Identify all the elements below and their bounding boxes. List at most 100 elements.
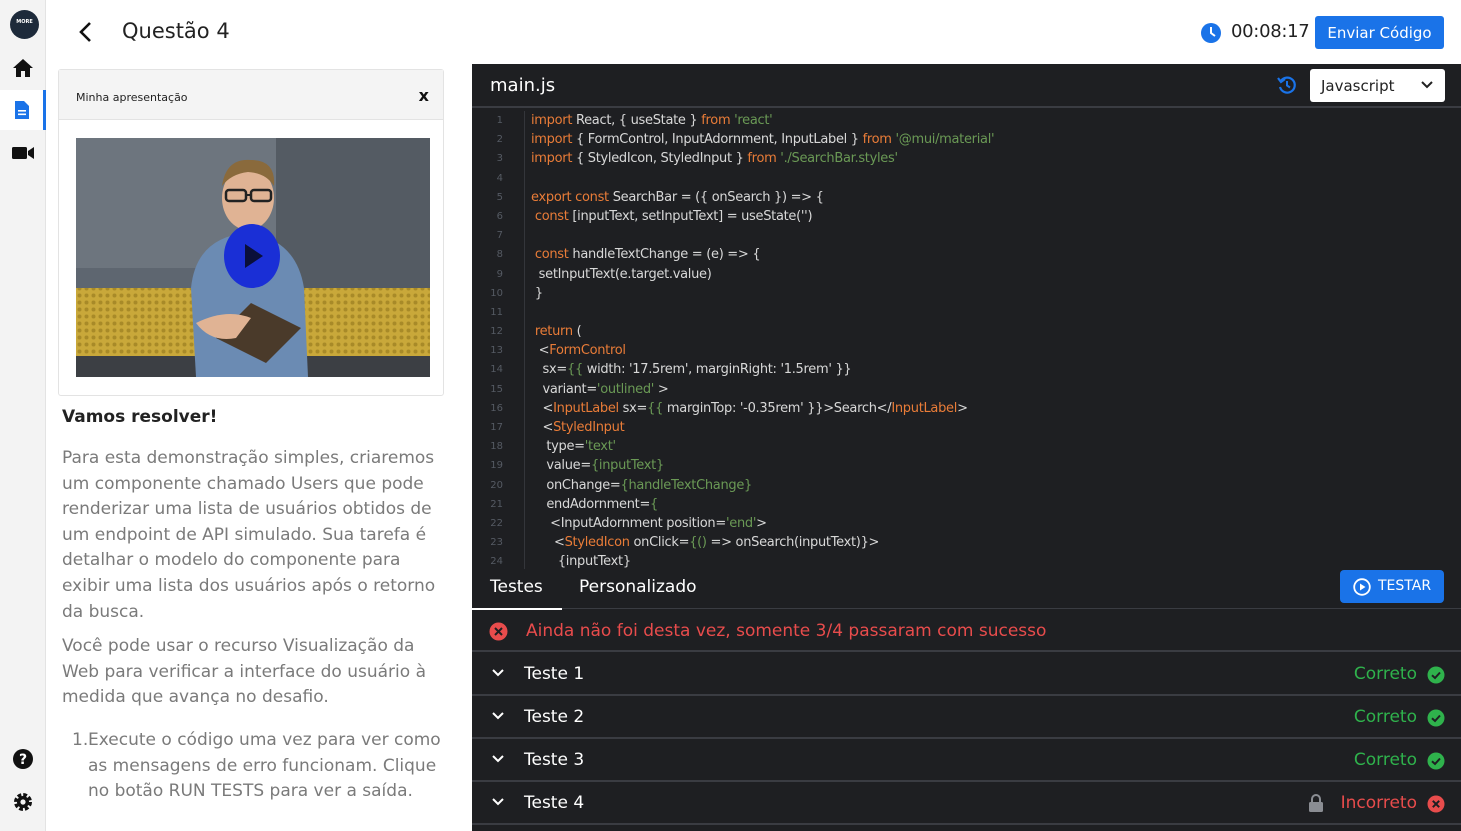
brand-logo[interactable]: MORE bbox=[10, 10, 39, 39]
code-line[interactable] bbox=[531, 226, 994, 245]
test-status: Correto bbox=[1353, 707, 1417, 727]
close-presentation-button[interactable]: x bbox=[419, 86, 429, 105]
code-token: endAdornment= bbox=[531, 496, 651, 512]
line-number: 21 bbox=[490, 498, 503, 510]
code-line[interactable]: <InputLabel sx={{ marginTop: '-0.35rem' … bbox=[531, 399, 994, 418]
timer: 00:08:17 bbox=[1231, 21, 1310, 42]
code-token: StyledIcon bbox=[564, 535, 630, 551]
chevron-down-icon[interactable] bbox=[491, 711, 505, 720]
test-name: Teste 4 bbox=[524, 793, 585, 813]
test-row[interactable]: Teste 2 Correto bbox=[472, 696, 1461, 739]
code-line[interactable]: import { FormControl, InputAdornment, In… bbox=[531, 130, 995, 149]
code-token: onClick= bbox=[629, 535, 690, 551]
test-row[interactable]: Teste 3 Correto bbox=[472, 739, 1461, 782]
line-number: 8 bbox=[496, 249, 503, 261]
code-token: const bbox=[534, 208, 569, 224]
submit-code-button[interactable]: Enviar Código bbox=[1315, 16, 1444, 49]
play-icon[interactable] bbox=[223, 223, 281, 289]
code-line[interactable]: <StyledIcon onClick={() => onSearch(inpu… bbox=[531, 533, 994, 552]
code-line[interactable]: const handleTextChange = (e) => { bbox=[531, 245, 994, 264]
code-line[interactable]: setInputText(e.target.value) bbox=[531, 265, 994, 284]
code-line[interactable]: sx={{ width: '17.5rem', marginRight: '1.… bbox=[531, 360, 994, 379]
line-number: 22 bbox=[490, 517, 503, 529]
test-row[interactable]: Teste 4 Incorreto bbox=[472, 782, 1461, 825]
tab-personalizado[interactable]: Personalizado bbox=[579, 577, 697, 597]
code-line[interactable]: {inputText} bbox=[531, 552, 994, 569]
code-token: handleTextChange = (e) => { bbox=[568, 247, 761, 263]
instructions-heading: Vamos resolver! bbox=[62, 407, 218, 427]
code-line[interactable]: <InputAdornment position='end'> bbox=[531, 514, 994, 533]
rail-item-help[interactable]: ? bbox=[0, 739, 46, 779]
code-token: {inputText} bbox=[590, 458, 664, 474]
run-tests-label: TESTAR bbox=[1378, 578, 1432, 594]
code-line[interactable]: endAdornment={ bbox=[531, 495, 994, 514]
code-token: import bbox=[531, 113, 573, 128]
code-token: export const bbox=[531, 189, 609, 205]
code-token: <InputAdornment position= bbox=[531, 515, 726, 531]
code-token: value= bbox=[531, 458, 591, 474]
chevron-down-icon[interactable] bbox=[491, 797, 505, 806]
presentation-card-header: Minha apresentação x bbox=[59, 70, 443, 120]
tab-testes[interactable]: Testes bbox=[490, 577, 543, 597]
chevron-down-icon[interactable] bbox=[491, 754, 505, 763]
code-line[interactable] bbox=[531, 169, 994, 188]
code-lines[interactable]: import React, { useState } from 'react' i… bbox=[531, 111, 995, 569]
instructions-panel: Minha apresentação x Vamos resolver! Par… bbox=[46, 64, 472, 831]
line-number: 15 bbox=[490, 383, 503, 395]
code-line[interactable]: <FormControl bbox=[531, 341, 994, 360]
code-line[interactable]: onChange={handleTextChange} bbox=[531, 476, 994, 495]
line-number: 20 bbox=[490, 479, 503, 491]
line-number: 4 bbox=[496, 172, 503, 184]
test-row[interactable]: Teste 1 Correto bbox=[472, 653, 1461, 696]
home-icon bbox=[13, 59, 33, 77]
chevron-left-icon bbox=[79, 22, 91, 42]
instructions-paragraph-1: Para esta demonstração simples, criaremo… bbox=[62, 448, 436, 622]
test-status: Incorreto bbox=[1340, 793, 1417, 813]
code-token: import bbox=[531, 151, 573, 167]
code-token: {inputText} bbox=[531, 554, 631, 569]
code-line[interactable]: import { StyledIcon, StyledInput } from … bbox=[531, 149, 994, 168]
rail-item-home[interactable] bbox=[0, 48, 46, 88]
error-icon bbox=[489, 622, 508, 641]
code-line[interactable] bbox=[531, 303, 994, 322]
code-token: 'end' bbox=[725, 515, 757, 531]
chevron-down-icon bbox=[1421, 81, 1433, 89]
file-name: main.js bbox=[490, 75, 556, 96]
language-select[interactable]: Javascript bbox=[1310, 69, 1445, 102]
line-number: 3 bbox=[496, 153, 503, 165]
side-rail: MORE ? bbox=[0, 0, 46, 831]
back-button[interactable] bbox=[74, 20, 98, 44]
code-line[interactable]: type='text' bbox=[531, 437, 994, 456]
code-line[interactable]: return ( bbox=[531, 322, 994, 341]
presentation-video[interactable] bbox=[76, 138, 430, 377]
code-token: {() bbox=[689, 535, 707, 551]
code-line[interactable]: value={inputText} bbox=[531, 456, 994, 475]
run-tests-button[interactable]: TESTAR bbox=[1340, 570, 1444, 603]
code-area[interactable]: 1 2 3 4 5 6 7 8 9 10 11 12 13 14 15 16 17 18 19 20 21 22 23 24 … bbox=[472, 111, 1461, 569]
code-line[interactable]: variant='outlined' > bbox=[531, 380, 994, 399]
rail-item-settings[interactable] bbox=[0, 782, 46, 822]
code-line[interactable]: const [inputText, setInputText] = useSta… bbox=[531, 207, 994, 226]
line-number: 18 bbox=[490, 441, 503, 453]
presentation-card: Minha apresentação x bbox=[58, 69, 444, 396]
chevron-down-icon[interactable] bbox=[491, 668, 505, 677]
code-token: SearchBar = ({ onSearch }) => { bbox=[608, 189, 824, 205]
rail-item-document[interactable] bbox=[0, 90, 46, 130]
code-line[interactable]: } bbox=[531, 284, 994, 303]
code-line[interactable]: export const SearchBar = ({ onSearch }) … bbox=[531, 188, 994, 207]
code-token: {{ bbox=[647, 400, 664, 416]
code-token: [inputText, setInputText] = useState('') bbox=[568, 208, 813, 224]
history-reset-icon[interactable] bbox=[1277, 75, 1297, 95]
code-line[interactable]: <StyledInput bbox=[531, 418, 994, 437]
rail-item-video[interactable] bbox=[0, 133, 46, 173]
test-status: Correto bbox=[1353, 750, 1417, 770]
code-token: marginTop: '-0.35rem' }}>Search</ bbox=[663, 400, 892, 416]
code-line[interactable]: import React, { useState } from 'react' bbox=[531, 111, 994, 130]
code-token: { StyledIcon, StyledInput } bbox=[572, 151, 748, 167]
code-token: < bbox=[531, 343, 550, 359]
code-token: sx= bbox=[531, 362, 567, 378]
gear-icon bbox=[14, 793, 32, 811]
page-title: Questão 4 bbox=[122, 19, 230, 43]
line-number: 13 bbox=[490, 345, 503, 357]
language-value: Javascript bbox=[1321, 77, 1395, 95]
